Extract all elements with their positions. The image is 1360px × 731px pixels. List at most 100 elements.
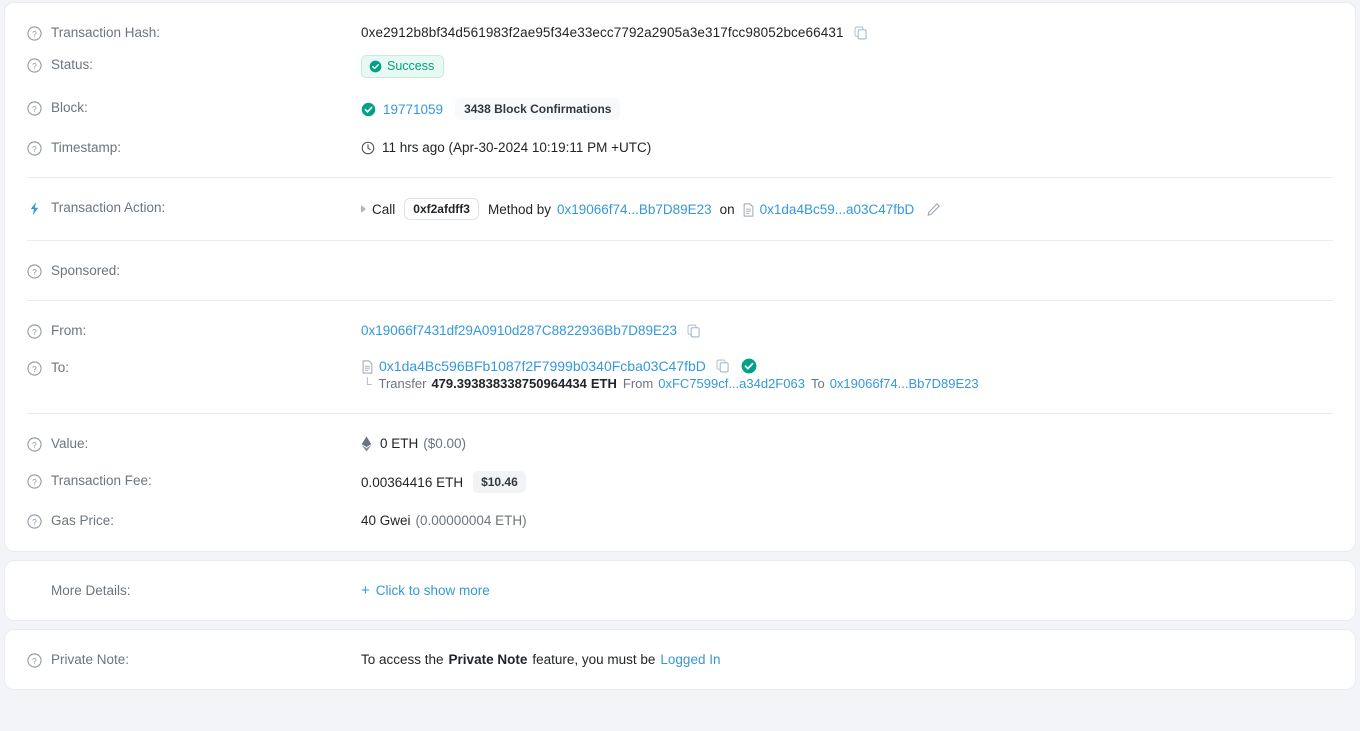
internal-transfer-line: └ Transfer 479.393838338750964434 ETH Fr…	[361, 376, 1333, 391]
transfer-unit: ETH	[590, 376, 617, 391]
label-transaction-hash: ? Transaction Hash:	[27, 23, 361, 42]
help-circle-icon[interactable]: ?	[27, 652, 42, 668]
private-note-bold-text: Private Note	[448, 652, 528, 667]
label-text: Timestamp:	[51, 140, 122, 155]
gas-price-amount: 40 Gwei	[361, 513, 411, 528]
svg-text:?: ?	[32, 103, 37, 113]
pencil-icon[interactable]	[926, 202, 941, 217]
svg-text:?: ?	[32, 439, 37, 449]
label-sponsored: ? Sponsored:	[27, 261, 361, 280]
label-to: ? To:	[27, 358, 361, 377]
help-circle-icon[interactable]: ?	[27, 473, 42, 489]
row-timestamp: ? Timestamp: 11 hrs ago (Apr-30-2024 10:…	[5, 129, 1355, 177]
block-number-link[interactable]: 19771059	[383, 100, 443, 119]
label-text: Sponsored:	[51, 263, 121, 278]
value-transaction-fee: 0.00364416 ETH $10.46	[361, 471, 1333, 493]
caret-right-icon[interactable]	[361, 205, 366, 213]
private-note-text-before: To access the	[361, 652, 444, 667]
show-more-label: Click to show more	[375, 583, 490, 598]
transfer-label: Transfer	[378, 376, 427, 391]
value-gas-price: 40 Gwei (0.00000004 ETH)	[361, 511, 1333, 530]
value-private-note: To access the Private Note feature, you …	[361, 650, 1333, 669]
row-value: ? Value: 0 ETH ($0.00)	[5, 414, 1355, 462]
value-amount: 0 ETH ($0.00)	[361, 434, 1333, 453]
label-text: Status:	[51, 57, 94, 72]
label-text: Transaction Fee:	[51, 473, 152, 488]
transfer-to-label: To	[810, 376, 825, 391]
to-address-link[interactable]: 0x1da4Bc596BFb1087f2F7999b0340Fcba03C47f…	[379, 358, 706, 374]
label-private-note: ? Private Note:	[27, 650, 361, 669]
transfer-from-address-link[interactable]: 0xFC7599cf...a34d2F063	[658, 376, 805, 391]
help-circle-icon[interactable]: ?	[27, 25, 42, 41]
method-by-address-link[interactable]: 0x19066f74...Bb7D89E23	[557, 200, 712, 219]
label-text: Transaction Action:	[51, 200, 166, 215]
svg-text:?: ?	[32, 516, 37, 526]
label-gas-price: ? Gas Price:	[27, 511, 361, 530]
row-more-details: More Details: + Click to show more	[5, 561, 1355, 620]
private-note-card: ? Private Note: To access the Private No…	[4, 629, 1356, 690]
call-text: Call	[372, 201, 396, 217]
help-circle-icon[interactable]: ?	[27, 140, 42, 156]
help-circle-icon[interactable]: ?	[27, 57, 42, 73]
corner-arrow-icon: └	[363, 376, 372, 391]
copy-icon[interactable]	[687, 324, 701, 338]
label-text: Private Note:	[51, 652, 130, 667]
more-details-card: More Details: + Click to show more	[4, 560, 1356, 621]
label-more-details: More Details:	[27, 581, 361, 600]
contract-address-link[interactable]: 0x1da4Bc59...a03C47fbD	[760, 200, 915, 219]
timestamp-text: 11 hrs ago (Apr-30-2024 10:19:11 PM +UTC…	[382, 140, 652, 155]
help-circle-icon[interactable]: ?	[27, 513, 42, 529]
from-address-link[interactable]: 0x19066f7431df29A0910d287C8822936Bb7D89E…	[361, 321, 677, 340]
private-note-text-middle: feature, you must be	[532, 652, 656, 667]
logged-in-link[interactable]: Logged In	[660, 650, 720, 669]
value-eth-amount: 0 ETH	[380, 436, 419, 451]
transfer-to-address-link[interactable]: 0x19066f74...Bb7D89E23	[830, 376, 979, 391]
help-circle-icon[interactable]: ?	[27, 360, 42, 376]
help-circle-icon[interactable]: ?	[27, 436, 42, 452]
label-value: ? Value:	[27, 434, 361, 453]
row-transaction-hash: ? Transaction Hash: 0xe2912b8bf34d561983…	[5, 3, 1355, 49]
svg-text:?: ?	[32, 476, 37, 486]
value-from: 0x19066f7431df29A0910d287C8822936Bb7D89E…	[361, 321, 1333, 340]
row-from: ? From: 0x19066f7431df29A0910d287C882293…	[5, 301, 1355, 349]
status-text: Success	[387, 59, 435, 73]
copy-icon[interactable]	[854, 26, 868, 40]
row-gas-price: ? Gas Price: 40 Gwei (0.00000004 ETH)	[5, 502, 1355, 551]
row-private-note: ? Private Note: To access the Private No…	[5, 630, 1355, 689]
help-circle-icon[interactable]: ?	[27, 263, 42, 279]
svg-text:?: ?	[32, 143, 37, 153]
value-block: 19771059 3438 Block Confirmations	[361, 98, 1333, 120]
svg-text:?: ?	[32, 28, 37, 38]
plus-icon: +	[361, 581, 370, 599]
label-text: Block:	[51, 100, 88, 115]
label-status: ? Status:	[27, 55, 361, 74]
on-text: on	[719, 201, 735, 217]
gas-price-eth: (0.00000004 ETH)	[415, 513, 527, 528]
transaction-hash-text: 0xe2912b8bf34d561983f2ae95f34e33ecc7792a…	[361, 25, 844, 40]
check-circle-icon	[361, 102, 376, 117]
method-id-badge: 0xf2afdff3	[404, 198, 479, 220]
label-from: ? From:	[27, 321, 361, 340]
transaction-overview-card: ? Transaction Hash: 0xe2912b8bf34d561983…	[4, 2, 1356, 552]
show-more-button[interactable]: + Click to show more	[361, 581, 490, 600]
svg-text:?: ?	[32, 266, 37, 276]
method-by-text: Method by	[487, 201, 551, 217]
document-icon	[742, 203, 755, 217]
lightning-bolt-icon	[27, 201, 42, 216]
row-sponsored: ? Sponsored:	[5, 241, 1355, 300]
clock-icon	[361, 141, 375, 155]
help-circle-icon[interactable]: ?	[27, 100, 42, 116]
fee-amount: 0.00364416 ETH	[361, 474, 464, 490]
copy-icon[interactable]	[716, 359, 730, 373]
svg-text:?: ?	[32, 326, 37, 336]
value-more-details: + Click to show more	[361, 581, 1333, 600]
row-block: ? Block: 19771059 3438 Block Confirmatio…	[5, 89, 1355, 129]
value-transaction-hash: 0xe2912b8bf34d561983f2ae95f34e33ecc7792a…	[361, 23, 1333, 42]
svg-text:?: ?	[32, 60, 37, 70]
help-circle-icon[interactable]: ?	[27, 323, 42, 339]
transfer-from-label: From	[622, 376, 654, 391]
fee-usd-badge: $10.46	[473, 471, 526, 493]
label-text: Transaction Hash:	[51, 25, 161, 40]
label-timestamp: ? Timestamp:	[27, 138, 361, 157]
label-text: More Details:	[51, 583, 131, 598]
